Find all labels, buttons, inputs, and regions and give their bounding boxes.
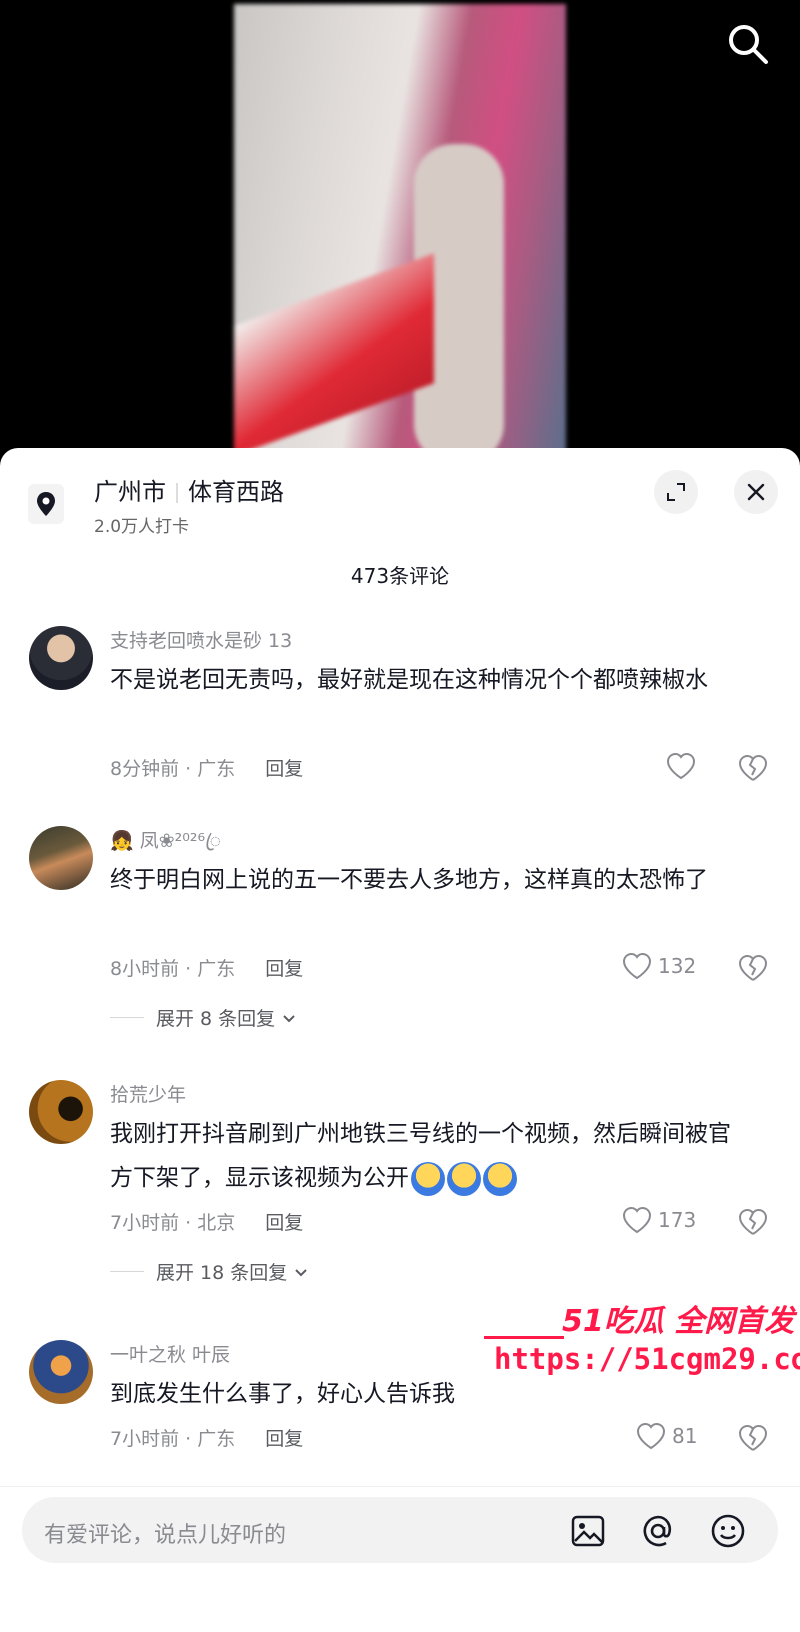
comment-meta: 8分钟前 · 广东 回复: [110, 754, 303, 781]
location-separator: [176, 483, 178, 503]
expand-replies-button[interactable]: 展开 8 条回复: [110, 1004, 297, 1031]
sweat-emoji-icon: [447, 1161, 481, 1196]
comment-count: 473条评论: [350, 564, 450, 588]
avatar[interactable]: [29, 1080, 93, 1144]
like-count: 132: [658, 954, 697, 978]
broken-heart-icon: [738, 1424, 768, 1451]
sweat-emoji-icon: [411, 1161, 445, 1196]
location-title[interactable]: 广州市 体育西路: [94, 472, 284, 507]
reply-button[interactable]: 回复: [265, 758, 303, 780]
reply-button[interactable]: 回复: [265, 958, 303, 980]
location-pin-icon: [28, 484, 64, 524]
expand-replies-label: 展开 8 条回复: [156, 1008, 276, 1030]
comment-username[interactable]: 一叶之秋 叶辰: [110, 1340, 230, 1367]
comment-meta: 7小时前 · 广东 回复: [110, 1424, 303, 1451]
chevron-down-icon: [295, 1268, 307, 1276]
comment-username-text: 凤❀²⁰²⁶ꦿ: [139, 830, 221, 852]
video-frame: [234, 4, 566, 456]
comment-username[interactable]: 拾荒少年: [110, 1080, 186, 1107]
like-button[interactable]: 173: [622, 1206, 696, 1234]
comment-time: 8分钟前 · 广东: [110, 758, 236, 780]
watermark: 51吃瓜 全网首发 https://51cgm29.com: [484, 1296, 800, 1396]
broken-heart-icon: [738, 954, 768, 981]
dislike-button[interactable]: [738, 754, 772, 788]
like-button[interactable]: [666, 752, 702, 780]
close-button[interactable]: [734, 470, 778, 514]
like-button[interactable]: 81: [636, 1422, 697, 1450]
watermark-url: https://51cgm29.com: [494, 1342, 800, 1376]
comment-meta: 7小时前 · 北京 回复: [110, 1208, 303, 1235]
comment-input-bar: 有爱评论，说点儿好听的: [0, 1486, 800, 1632]
search-icon: [729, 25, 768, 64]
comment-text: 终于明白网上说的五一不要去人多地方，这样真的太恐怖了: [110, 867, 708, 893]
watermark-line: [484, 1336, 564, 1339]
comment-time: 8小时前 · 广东: [110, 958, 236, 980]
comment-time: 7小时前 · 北京: [110, 1212, 236, 1234]
dislike-button[interactable]: [738, 1208, 772, 1242]
search-button[interactable]: [726, 22, 770, 66]
expand-divider: [110, 1017, 144, 1018]
dislike-button[interactable]: [738, 1424, 772, 1458]
heart-icon: [666, 752, 696, 780]
expand-button[interactable]: [654, 470, 698, 514]
like-count: 173: [658, 1208, 697, 1232]
reply-button[interactable]: 回复: [265, 1212, 303, 1234]
location-city: 广州市: [94, 478, 166, 506]
comment-input[interactable]: 有爱评论，说点儿好听的: [22, 1497, 778, 1563]
video-blur-shape: [234, 253, 434, 456]
close-icon: [747, 483, 765, 501]
sweat-emoji-icon: [483, 1161, 517, 1196]
dislike-button[interactable]: [738, 954, 772, 988]
comment-meta: 8小时前 · 广东 回复: [110, 954, 303, 981]
broken-heart-icon: [738, 754, 768, 781]
watermark-brand: 51吃瓜 全网首发: [562, 1304, 795, 1339]
expand-replies-label: 展开 18 条回复: [156, 1262, 288, 1284]
like-count: 81: [672, 1424, 698, 1448]
comment-text: 我刚打开抖音刷到广州地铁三号线的一个视频，然后瞬间被官方下架了，显示该视频为公开: [110, 1112, 750, 1200]
expand-replies-button[interactable]: 展开 18 条回复: [110, 1258, 309, 1285]
image-icon[interactable]: [570, 1513, 606, 1549]
avatar[interactable]: [29, 1340, 93, 1404]
broken-heart-icon: [738, 1208, 768, 1235]
expand-divider: [110, 1271, 144, 1272]
video-player[interactable]: [0, 0, 800, 460]
comment-input-placeholder: 有爱评论，说点儿好听的: [44, 1523, 287, 1548]
comment-text: 不是说老回无责吗，最好就是现在这种情况个个都喷辣椒水: [110, 667, 708, 693]
chevron-down-icon: [283, 1014, 295, 1022]
emoji-icon[interactable]: [710, 1513, 746, 1549]
reply-button[interactable]: 回复: [265, 1428, 303, 1450]
heart-icon: [622, 952, 652, 980]
location-checkins: 2.0万人打卡: [94, 517, 190, 537]
location-road: 体育西路: [188, 478, 284, 506]
heart-icon: [622, 1206, 652, 1234]
heart-icon: [636, 1422, 666, 1450]
expand-icon: [667, 483, 685, 501]
avatar[interactable]: [29, 626, 93, 690]
user-emoji-badge: 👧: [110, 830, 134, 852]
comment-username[interactable]: 支持老回喷水是砂 13: [110, 626, 292, 653]
avatar[interactable]: [29, 826, 93, 890]
comment-time: 7小时前 · 广东: [110, 1428, 236, 1450]
at-icon[interactable]: [640, 1513, 676, 1549]
like-button[interactable]: 132: [622, 952, 696, 980]
